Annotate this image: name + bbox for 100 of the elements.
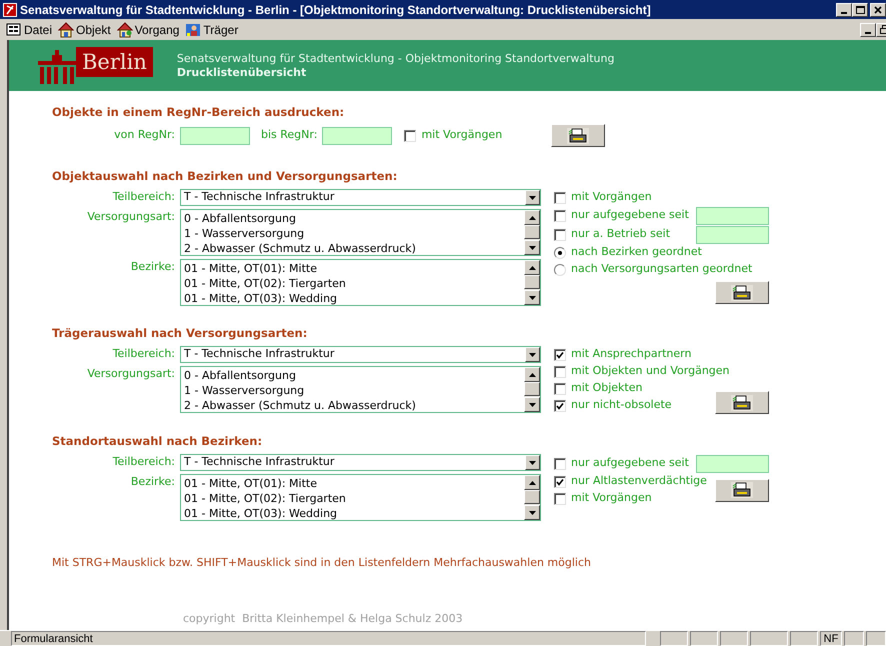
option-label: nach Bezirken geordnet	[571, 244, 702, 260]
print-button[interactable]	[715, 281, 769, 304]
print-button[interactable]	[551, 124, 606, 147]
dropdown[interactable]: T - Technische Infrastruktur	[180, 346, 541, 363]
hint-text: Mit STRG+Mausklick bzw. SHIFT+Mausklick sind in den Listenfeldern Mehrfachauswahlen möglich	[52, 555, 592, 571]
down-arrow-icon	[528, 510, 536, 514]
list-box[interactable]: 01 - Mitte, OT(01): Mitte 01 - Mitte, OT(02): Tiergarten 01 - Mitte, OT(03): Wedding	[180, 259, 541, 306]
list-item[interactable]: 01 - Mitte, OT(01): Mitte	[184, 476, 524, 491]
down-arrow-icon	[528, 246, 536, 250]
field-label: Bezirke:	[130, 474, 175, 489]
field-label: Teilbereich:	[112, 189, 175, 204]
section-heading: Objektauswahl nach Bezirken und Versorgungsarten:	[52, 169, 398, 183]
checkbox[interactable]	[404, 130, 416, 142]
house-icon	[58, 22, 74, 38]
printer-icon	[731, 482, 753, 498]
list-item[interactable]: 0 - Abfallentsorgung	[184, 211, 524, 226]
scrollbar[interactable]	[524, 367, 540, 412]
radio-button[interactable]	[554, 264, 566, 276]
menu-item[interactable]: Träger	[185, 20, 238, 38]
list-box[interactable]: 01 - Mitte, OT(01): Mitte 01 - Mitte, OT(02): Tiergarten 01 - Mitte, OT(03): Wedding	[180, 474, 541, 521]
checkbox[interactable]	[554, 476, 566, 488]
logo-text: Berlin	[76, 47, 153, 77]
option-label: mit Ansprechpartnern	[571, 346, 692, 362]
list-item[interactable]: 1 - Wasserversorgung	[184, 226, 524, 241]
field-label: bis RegNr:	[261, 127, 318, 144]
date-field[interactable]	[696, 454, 769, 472]
checkbox[interactable]	[554, 492, 566, 504]
down-arrow-icon	[528, 296, 536, 300]
option-label: nur aufgegebene seit	[571, 207, 689, 224]
field-label: von RegNr:	[113, 127, 175, 144]
field-label: Teilbereich:	[112, 454, 175, 469]
list-item[interactable]: 0 - Abfallentsorgung	[184, 368, 524, 383]
status-cell	[690, 631, 718, 646]
list-box[interactable]: 0 - Abfallentsorgung 1 - Wasserversorgung 2 - Abwasser (Schmutz u. Abwasserdruck)	[180, 366, 541, 413]
close-button[interactable]	[870, 2, 886, 16]
minimize-button[interactable]	[836, 2, 852, 16]
list-item[interactable]: 01 - Mitte, OT(01): Mitte	[184, 261, 524, 276]
restore-icon	[880, 25, 886, 34]
header-title: Drucklistenübersicht	[176, 66, 308, 80]
list-item[interactable]: 01 - Mitte, OT(02): Tiergarten	[184, 276, 524, 291]
print-button[interactable]	[715, 391, 769, 414]
list-item[interactable]: 2 - Abwasser (Schmutz u. Abwasserdruck)	[184, 241, 524, 256]
menu-item[interactable]: Datei	[6, 20, 52, 38]
scrollbar[interactable]	[524, 260, 540, 305]
checkbox[interactable]	[554, 192, 566, 204]
date-field[interactable]	[696, 226, 769, 244]
minimize-icon	[841, 12, 847, 14]
app-icon	[3, 2, 17, 16]
list-item[interactable]: 2 - Abwasser (Schmutz u. Abwasserdruck)	[184, 398, 524, 413]
scrollbar[interactable]	[524, 475, 540, 520]
up-arrow-icon	[528, 372, 536, 376]
field-label: Versorgungsart:	[86, 366, 175, 381]
checkbox[interactable]	[554, 348, 566, 360]
check-icon	[556, 350, 564, 358]
dropdown[interactable]: T - Technische Infrastruktur	[180, 454, 541, 471]
dropdown-arrow-icon	[529, 352, 536, 356]
check-icon	[556, 402, 564, 410]
status-cell	[866, 631, 886, 646]
dropdown-arrow-icon	[529, 460, 536, 464]
menu-item[interactable]: Vorgang	[116, 20, 180, 38]
close-icon	[873, 4, 883, 14]
print-button[interactable]	[715, 478, 769, 502]
minimize-button[interactable]	[860, 22, 876, 36]
section-heading: Objekte in einem RegNr-Bereich ausdrucken:	[52, 105, 346, 119]
window-title: Senatsverwaltung für Stadtentwicklung - Berlin - [Objektmonitoring Standortverwaltung: Drucklistenübersicht]	[20, 2, 651, 18]
list-item[interactable]: 01 - Mitte, OT(03): Wedding	[184, 291, 524, 306]
checkbox[interactable]	[554, 382, 566, 394]
regnr-field[interactable]	[180, 126, 250, 144]
person-icon	[185, 22, 202, 38]
option-label: mit Vorgängen	[571, 189, 652, 206]
option-label: nur aufgegebene seit	[571, 455, 689, 472]
checkbox[interactable]	[554, 458, 566, 470]
list-item[interactable]: 01 - Mitte, OT(03): Wedding	[184, 506, 524, 521]
regnr-field[interactable]	[322, 126, 392, 144]
option-label: mit Vorgängen	[571, 490, 652, 506]
house-icon	[116, 22, 133, 38]
checkbox[interactable]	[554, 228, 566, 240]
date-field[interactable]	[696, 206, 769, 224]
radio-button[interactable]	[554, 246, 566, 258]
checkbox[interactable]	[554, 210, 566, 222]
list-box[interactable]: 0 - Abfallentsorgung 1 - Wasserversorgung 2 - Abwasser (Schmutz u. Abwasserdruck)	[180, 209, 541, 256]
option-label: mit Vorgängen	[421, 127, 502, 144]
scrollbar[interactable]	[524, 210, 540, 255]
status-cell	[844, 631, 864, 646]
maximize-icon	[855, 4, 865, 14]
option-label: nur a. Betrieb seit	[571, 226, 670, 242]
menu-item[interactable]: Objekt	[58, 20, 111, 38]
checkbox[interactable]	[554, 400, 566, 412]
down-arrow-icon	[528, 402, 536, 406]
header-subtitle: Senatsverwaltung für Stadtentwicklung - Objektmonitoring Standortverwaltung	[176, 52, 614, 66]
list-item[interactable]: 01 - Mitte, OT(02): Tiergarten	[184, 491, 524, 506]
printer-icon	[731, 394, 753, 410]
dropdown[interactable]: T - Technische Infrastruktur	[180, 189, 541, 206]
up-arrow-icon	[528, 480, 536, 484]
field-label: Versorgungsart:	[86, 209, 175, 224]
option-label: mit Objekten und Vorgängen	[571, 363, 730, 380]
checkbox[interactable]	[554, 366, 566, 378]
status-cell	[720, 631, 748, 646]
maximize-button[interactable]	[852, 2, 868, 16]
list-item[interactable]: 1 - Wasserversorgung	[184, 383, 524, 398]
